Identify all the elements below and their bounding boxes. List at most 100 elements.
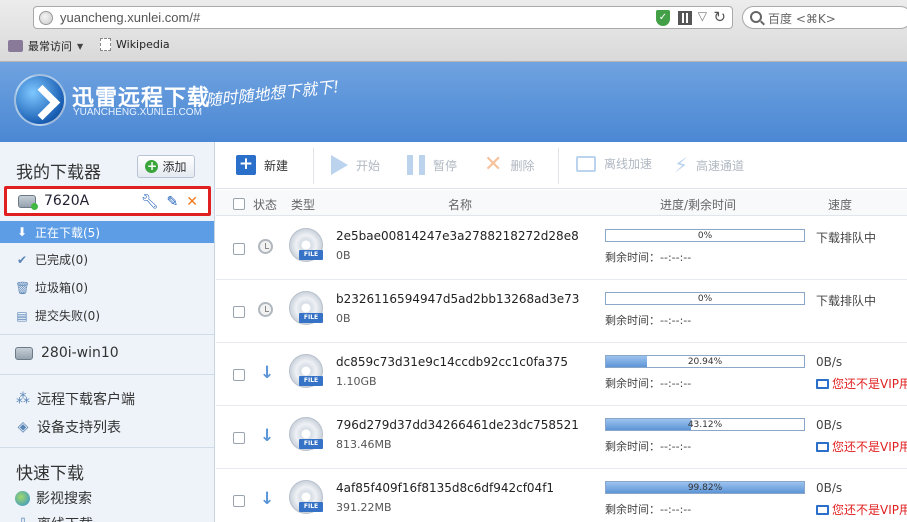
row-checkbox[interactable]: [233, 306, 245, 318]
bookmark-label: Wikipedia: [116, 38, 170, 51]
row-checkbox[interactable]: [233, 432, 245, 444]
remaining-time: 剩余时间：--:--:--: [605, 249, 691, 265]
page-icon: [100, 38, 111, 51]
sidebar: 我的下载器 + 添加 7620A 🔧︎ ✎ ✕ ⬇ 正在下载(5) ✔ 已完成(…: [0, 142, 215, 522]
arrow-down-icon[interactable]: ↓: [260, 363, 274, 383]
vip-notice[interactable]: 您还不是VIP用: [816, 438, 907, 455]
wrench-icon[interactable]: 🔧︎: [141, 194, 159, 210]
remain-value: --:--:--: [660, 503, 692, 516]
category-trash[interactable]: 🗑︎ 垃圾箱(0): [15, 279, 88, 296]
device-7620a[interactable]: 7620A 🔧︎ ✎ ✕: [4, 186, 211, 216]
speed: 下载排队中: [816, 231, 877, 245]
pencil-icon[interactable]: ✎: [167, 194, 179, 210]
table-row[interactable]: ↓ FILE 796d279d37dd34266461de23dc758521 …: [216, 406, 907, 469]
link-video-search[interactable]: 影视搜索: [15, 488, 92, 508]
quick-download-heading: 快速下载: [16, 464, 84, 484]
qr-code-icon[interactable]: [678, 11, 692, 25]
category-label: 垃圾箱(0): [35, 281, 88, 295]
start-label: 开始: [356, 158, 381, 173]
reload-icon[interactable]: ↻: [713, 8, 726, 26]
file-name[interactable]: 796d279d37dd34266461de23dc758521: [336, 418, 579, 432]
bookmarks-bar: 最常访问 ▼ Wikipedia: [0, 34, 907, 58]
category-completed[interactable]: ✔ 已完成(0): [15, 251, 88, 268]
vip-notice[interactable]: 您还不是VIP用: [816, 501, 907, 518]
xunlei-logo-icon[interactable]: [14, 74, 66, 126]
clock-icon[interactable]: [258, 239, 273, 254]
speed: 下载排队中: [816, 294, 877, 308]
row-checkbox[interactable]: [233, 495, 245, 507]
file-name[interactable]: 2e5bae00814247e3a2788218272d28e8: [336, 229, 579, 243]
fast-channel-button[interactable]: ⚡︎ 高速通道: [674, 155, 744, 175]
arrow-down-icon[interactable]: ↓: [260, 426, 274, 446]
plus-icon: +: [145, 159, 159, 173]
new-task-button[interactable]: + 新建: [236, 155, 288, 175]
my-downloaders-heading: 我的下载器: [16, 163, 101, 183]
chevron-down-icon[interactable]: ▽: [698, 9, 707, 23]
category-downloading[interactable]: ⬇ 正在下载(5): [0, 221, 214, 243]
file-size: 813.46MB: [336, 438, 392, 451]
vip-text: 您还不是VIP用: [832, 377, 907, 391]
monitor-icon: [816, 504, 829, 515]
url-text[interactable]: yuancheng.xunlei.com/#: [60, 10, 200, 25]
file-name[interactable]: dc859c73d31e9c14ccdb92cc1c0fa375: [336, 355, 568, 369]
header-name: 名称: [448, 198, 473, 212]
bookmark-most-visited[interactable]: 最常访问 ▼: [8, 38, 83, 54]
add-label: 添加: [162, 160, 187, 174]
link-label: 影视搜索: [36, 491, 92, 507]
link-remote-client[interactable]: ⁂ 远程下载客户端: [15, 389, 135, 409]
address-bar[interactable]: yuancheng.xunlei.com/# ✓ ▽ ↻: [33, 6, 733, 29]
bookmark-wikipedia[interactable]: Wikipedia: [100, 38, 170, 51]
remaining-time: 剩余时间：--:--:--: [605, 501, 691, 517]
progress-bar: 99.82%: [605, 481, 805, 494]
row-checkbox[interactable]: [233, 369, 245, 381]
vip-text: 您还不是VIP用: [832, 440, 907, 454]
link-device-support[interactable]: ◈ 设备支持列表: [15, 417, 121, 437]
clock-icon[interactable]: [258, 302, 273, 317]
arrow-down-icon[interactable]: ↓: [260, 489, 274, 509]
device-icon: [15, 346, 33, 360]
header-type: 类型: [291, 198, 316, 212]
header-speed: 速度: [828, 198, 853, 212]
brand-domain: YUANCHENG.XUNLEI.COM: [73, 107, 202, 118]
progress-label: 0%: [697, 294, 713, 304]
select-all-checkbox[interactable]: [233, 198, 245, 210]
row-checkbox[interactable]: [233, 243, 245, 255]
link-label: 设备支持列表: [37, 420, 121, 436]
shield-icon[interactable]: ✓: [656, 10, 670, 26]
task-toolbar: + 新建 开始 暂停 ✕ 删除 离线加速 ⚡︎ 高速通道: [216, 142, 907, 189]
category-failed[interactable]: ▤ 提交失败(0): [15, 307, 100, 324]
trash-icon: 🗑︎: [15, 280, 31, 295]
plus-icon: +: [236, 155, 256, 175]
progress-bar: 20.94%: [605, 355, 805, 368]
folder-icon: [8, 40, 23, 52]
table-row[interactable]: FILE b2326116594947d5ad2bb13268ad3e73 0B…: [216, 280, 907, 343]
search-input[interactable]: 百度 <⌘K>: [742, 6, 907, 29]
table-row[interactable]: ↓ FILE dc859c73d31e9c14ccdb92cc1c0fa375 …: [216, 343, 907, 406]
link-label: 离线下载: [37, 514, 93, 522]
start-button[interactable]: 开始: [331, 155, 380, 175]
link-offline-download[interactable]: ⇩ 离线下载: [15, 514, 93, 522]
remaining-time: 剩余时间：--:--:--: [605, 375, 691, 391]
file-name[interactable]: b2326116594947d5ad2bb13268ad3e73: [336, 292, 579, 306]
remain-prefix: 剩余时间：: [605, 440, 660, 453]
device-280i-win10[interactable]: 280i-win10: [15, 345, 119, 361]
pause-button[interactable]: 暂停: [407, 155, 457, 175]
progress-bar: 0%: [605, 292, 805, 305]
add-device-button[interactable]: + 添加: [137, 155, 195, 178]
remove-device-icon[interactable]: ✕: [186, 194, 198, 210]
offline-accelerate-button[interactable]: 离线加速: [576, 155, 652, 172]
divider: [0, 447, 214, 448]
file-size: 0B: [336, 312, 351, 325]
remain-value: --:--:--: [660, 314, 692, 327]
remain-value: --:--:--: [660, 440, 692, 453]
table-row[interactable]: ↓ FILE 4af85f409f16f8135d8c6df942cf04f1 …: [216, 469, 907, 522]
progress-label: 43.12%: [687, 420, 723, 430]
divider: [0, 374, 214, 375]
client-icon: ⁂: [16, 391, 30, 407]
vip-notice[interactable]: 您还不是VIP用: [816, 375, 907, 392]
link-label: 远程下载客户端: [37, 392, 135, 408]
table-row[interactable]: FILE 2e5bae00814247e3a2788218272d28e8 0B…: [216, 217, 907, 280]
delete-button[interactable]: ✕ 删除: [484, 154, 534, 176]
search-placeholder: 百度 <⌘K>: [768, 12, 836, 26]
file-name[interactable]: 4af85f409f16f8135d8c6df942cf04f1: [336, 481, 554, 495]
